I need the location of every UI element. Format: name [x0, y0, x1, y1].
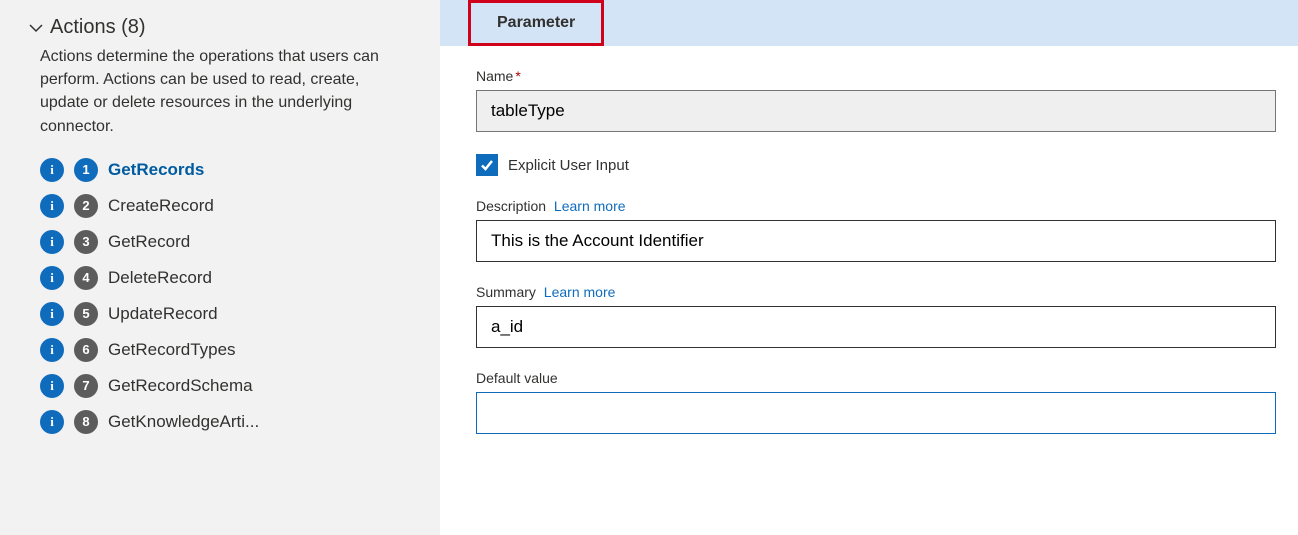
info-icon: i: [40, 338, 64, 362]
action-item[interactable]: i3 GetRecord: [40, 224, 412, 260]
tab-bar: Parameter: [440, 0, 1298, 46]
description-label: Description Learn more: [476, 198, 1276, 214]
actions-header[interactable]: Actions (8): [28, 16, 412, 39]
action-label: CreateRecord: [108, 196, 214, 216]
info-icon: i: [40, 266, 64, 290]
explicit-user-input-checkbox[interactable]: Explicit User Input: [476, 154, 1276, 176]
action-label: DeleteRecord: [108, 268, 212, 288]
checkbox-checked-icon: [476, 154, 498, 176]
action-label: GetRecordSchema: [108, 376, 253, 396]
action-label: GetKnowledgeArti...: [108, 412, 259, 432]
info-icon: i: [40, 302, 64, 326]
action-label: GetRecords: [108, 160, 204, 180]
tab-parameter[interactable]: Parameter: [468, 0, 604, 46]
tab-parameter-label: Parameter: [497, 14, 575, 32]
info-icon: i: [40, 158, 64, 182]
action-number-badge: 2: [74, 194, 98, 218]
action-number-badge: 8: [74, 410, 98, 434]
actions-title: Actions (8): [50, 16, 146, 39]
info-icon: i: [40, 230, 64, 254]
name-field[interactable]: [476, 90, 1276, 132]
info-icon: i: [40, 410, 64, 434]
action-item[interactable]: i2 CreateRecord: [40, 188, 412, 224]
action-number-badge: 4: [74, 266, 98, 290]
action-label: GetRecordTypes: [108, 340, 236, 360]
required-asterisk: *: [515, 68, 520, 84]
action-label: UpdateRecord: [108, 304, 218, 324]
default-value-label: Default value: [476, 370, 1276, 386]
parameter-panel: Parameter Name* Explicit User Input Desc…: [440, 0, 1298, 535]
action-item[interactable]: i8 GetKnowledgeArti...: [40, 404, 412, 440]
actions-sidebar: Actions (8) Actions determine the operat…: [0, 0, 440, 535]
action-label: GetRecord: [108, 232, 190, 252]
name-label: Name*: [476, 68, 1276, 84]
info-icon: i: [40, 374, 64, 398]
summary-label: Summary Learn more: [476, 284, 1276, 300]
explicit-user-input-label: Explicit User Input: [508, 157, 629, 174]
default-value-field[interactable]: [476, 392, 1276, 434]
parameter-form: Name* Explicit User Input Description Le…: [440, 46, 1298, 456]
action-item[interactable]: i4 DeleteRecord: [40, 260, 412, 296]
info-icon: i: [40, 194, 64, 218]
action-number-badge: 7: [74, 374, 98, 398]
action-number-badge: 5: [74, 302, 98, 326]
chevron-down-icon: [28, 20, 44, 36]
action-item[interactable]: i7 GetRecordSchema: [40, 368, 412, 404]
description-learn-more-link[interactable]: Learn more: [554, 198, 626, 214]
summary-learn-more-link[interactable]: Learn more: [544, 284, 616, 300]
summary-field[interactable]: [476, 306, 1276, 348]
action-number-badge: 1: [74, 158, 98, 182]
description-field[interactable]: [476, 220, 1276, 262]
action-item[interactable]: i1 GetRecords: [40, 152, 412, 188]
action-number-badge: 3: [74, 230, 98, 254]
actions-list: i1GetRecordsi2CreateRecordi3GetRecordi4D…: [28, 152, 412, 440]
actions-description: Actions determine the operations that us…: [40, 45, 400, 138]
action-item[interactable]: i5 UpdateRecord: [40, 296, 412, 332]
action-number-badge: 6: [74, 338, 98, 362]
action-item[interactable]: i6 GetRecordTypes: [40, 332, 412, 368]
